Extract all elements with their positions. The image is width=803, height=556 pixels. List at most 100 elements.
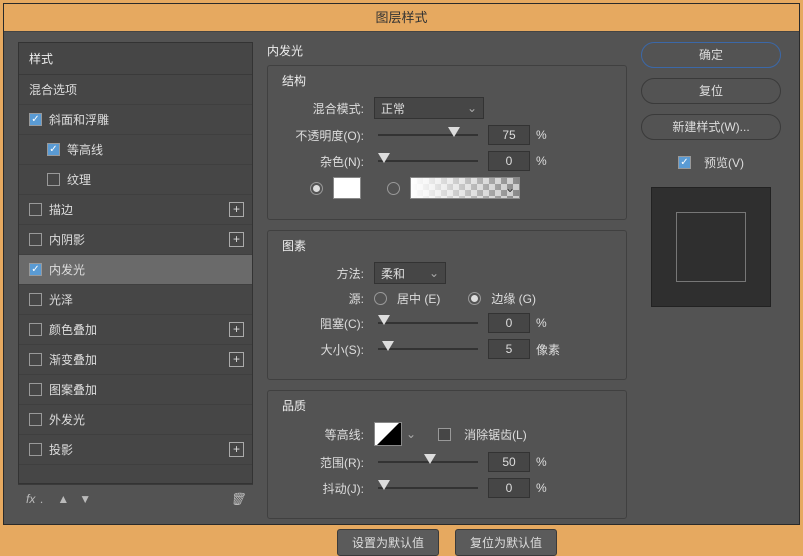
style-label: 光泽: [49, 291, 73, 308]
source-center-label: 居中 (E): [397, 290, 440, 307]
style-checkbox[interactable]: [29, 443, 42, 456]
style-row-1[interactable]: 等高线: [19, 135, 252, 165]
style-label: 颜色叠加: [49, 321, 97, 338]
fx-icon[interactable]: fx﹒: [26, 490, 47, 507]
style-checkbox[interactable]: [29, 293, 42, 306]
style-label: 斜面和浮雕: [49, 111, 109, 128]
size-unit: 像素: [536, 341, 560, 358]
ok-button[interactable]: 确定: [641, 42, 781, 68]
range-slider[interactable]: [378, 453, 478, 471]
antialias-label: 消除锯齿(L): [464, 426, 527, 443]
quality-group: 品质 等高线: ⌄ 消除锯齿(L) 范围(R): 50 % 抖动(J):: [267, 390, 627, 519]
jitter-unit: %: [536, 481, 560, 495]
source-center-radio[interactable]: [374, 292, 387, 305]
style-row-11[interactable]: 投影 +: [19, 435, 252, 465]
style-checkbox[interactable]: [29, 203, 42, 216]
style-row-5[interactable]: 内发光: [19, 255, 252, 285]
make-default-button[interactable]: 设置为默认值: [337, 529, 439, 556]
style-checkbox[interactable]: [29, 413, 42, 426]
elements-title: 图素: [282, 237, 612, 254]
blend-options-row[interactable]: 混合选项: [19, 75, 252, 105]
chevron-down-icon[interactable]: ⌄: [406, 427, 416, 441]
style-checkbox[interactable]: [29, 323, 42, 336]
style-label: 纹理: [67, 171, 91, 188]
preview-checkbox[interactable]: [678, 156, 691, 169]
add-effect-icon[interactable]: +: [229, 232, 244, 247]
style-row-7[interactable]: 颜色叠加 +: [19, 315, 252, 345]
style-checkbox[interactable]: [29, 383, 42, 396]
choke-label: 阻塞(C):: [282, 315, 368, 332]
style-checkbox[interactable]: [29, 233, 42, 246]
opacity-unit: %: [536, 128, 560, 142]
blend-options-label: 混合选项: [29, 81, 77, 98]
technique-select[interactable]: 柔和: [374, 262, 446, 284]
style-checkbox[interactable]: [47, 143, 60, 156]
style-row-6[interactable]: 光泽: [19, 285, 252, 315]
styles-header[interactable]: 样式: [19, 43, 252, 75]
style-row-0[interactable]: 斜面和浮雕: [19, 105, 252, 135]
choke-input[interactable]: 0: [488, 313, 530, 333]
antialias-checkbox[interactable]: [438, 428, 451, 441]
style-checkbox[interactable]: [29, 353, 42, 366]
gradient-picker[interactable]: [410, 177, 520, 199]
add-effect-icon[interactable]: +: [229, 202, 244, 217]
new-style-button[interactable]: 新建样式(W)...: [641, 114, 781, 140]
range-unit: %: [536, 455, 560, 469]
style-row-8[interactable]: 渐变叠加 +: [19, 345, 252, 375]
range-label: 范围(R):: [282, 454, 368, 471]
color-swatch[interactable]: [333, 177, 361, 199]
preview-thumbnail: [651, 187, 771, 307]
jitter-input[interactable]: 0: [488, 478, 530, 498]
quality-title: 品质: [282, 397, 612, 414]
style-label: 渐变叠加: [49, 351, 97, 368]
style-row-2[interactable]: 纹理: [19, 165, 252, 195]
style-checkbox[interactable]: [29, 263, 42, 276]
preview-label: 预览(V): [704, 154, 744, 171]
source-label: 源:: [282, 290, 368, 307]
source-edge-label: 边缘 (G): [491, 290, 536, 307]
opacity-slider[interactable]: [378, 126, 478, 144]
style-label: 等高线: [67, 141, 103, 158]
style-checkbox[interactable]: [47, 173, 60, 186]
range-input[interactable]: 50: [488, 452, 530, 472]
style-row-4[interactable]: 内阴影 +: [19, 225, 252, 255]
contour-label: 等高线:: [282, 426, 368, 443]
trash-icon[interactable]: 🗑: [230, 492, 245, 506]
style-row-9[interactable]: 图案叠加: [19, 375, 252, 405]
color-radio[interactable]: [310, 182, 323, 195]
noise-slider[interactable]: [378, 152, 478, 170]
panel-title: 内发光: [267, 42, 627, 59]
size-slider[interactable]: [378, 340, 478, 358]
noise-unit: %: [536, 154, 560, 168]
size-label: 大小(S):: [282, 341, 368, 358]
style-label: 图案叠加: [49, 381, 97, 398]
cancel-button[interactable]: 复位: [641, 78, 781, 104]
style-row-10[interactable]: 外发光: [19, 405, 252, 435]
up-icon[interactable]: ▲: [57, 492, 69, 506]
add-effect-icon[interactable]: +: [229, 322, 244, 337]
blend-mode-select[interactable]: 正常: [374, 97, 484, 119]
style-label: 投影: [49, 441, 73, 458]
structure-title: 结构: [282, 72, 612, 89]
style-label: 描边: [49, 201, 73, 218]
jitter-slider[interactable]: [378, 479, 478, 497]
style-label: 外发光: [49, 411, 85, 428]
structure-group: 结构 混合模式: 正常 不透明度(O): 75 % 杂色(N): 0 %: [267, 65, 627, 220]
source-edge-radio[interactable]: [468, 292, 481, 305]
style-row-3[interactable]: 描边 +: [19, 195, 252, 225]
noise-label: 杂色(N):: [282, 153, 368, 170]
add-effect-icon[interactable]: +: [229, 442, 244, 457]
contour-picker[interactable]: [374, 422, 402, 446]
technique-label: 方法:: [282, 265, 368, 282]
opacity-input[interactable]: 75: [488, 125, 530, 145]
reset-default-button[interactable]: 复位为默认值: [455, 529, 557, 556]
style-checkbox[interactable]: [29, 113, 42, 126]
gradient-radio[interactable]: [387, 182, 400, 195]
size-input[interactable]: 5: [488, 339, 530, 359]
add-effect-icon[interactable]: +: [229, 352, 244, 367]
choke-slider[interactable]: [378, 314, 478, 332]
style-label: 内阴影: [49, 231, 85, 248]
down-icon[interactable]: ▼: [79, 492, 91, 506]
blend-mode-label: 混合模式:: [282, 100, 368, 117]
noise-input[interactable]: 0: [488, 151, 530, 171]
